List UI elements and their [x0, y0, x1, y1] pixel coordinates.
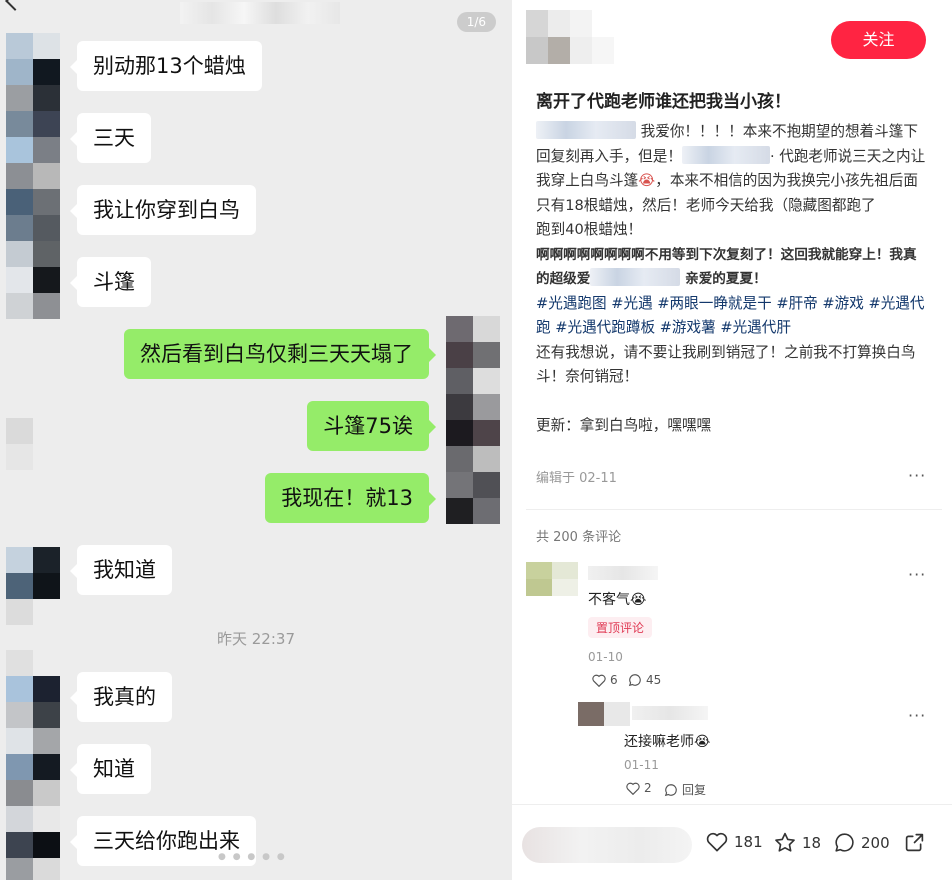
heart-icon	[592, 674, 606, 687]
chat-bubble-incoming: 我让你穿到白鸟	[70, 185, 256, 235]
heart-icon	[626, 782, 640, 795]
carousel-dots: ● ● ● ● ●	[218, 852, 287, 862]
chat-topbar: 1/6	[0, 0, 512, 32]
comment-date: 01-10	[588, 650, 623, 664]
comment-text: 还接嘛老师😭	[624, 734, 711, 750]
avatar	[6, 547, 60, 625]
post-text: 亲爱的夏夏！	[685, 271, 767, 287]
author-avatar-blurred[interactable]	[526, 10, 616, 64]
crying-face-icon: 😭	[694, 734, 711, 750]
hashtag-link[interactable]: #游戏	[822, 295, 863, 312]
chat-bubble-incoming: 我知道	[70, 545, 172, 595]
post-body: 我爱你！！！！本来不抱期望的想着斗篷下回复刻再入手，但是！ · 代跑老师说三天之内…	[536, 120, 928, 438]
chat-timestamp: 昨天 22:37	[217, 630, 295, 648]
more-options-icon[interactable]: ···	[908, 706, 926, 725]
crying-face-icon: 😭	[630, 592, 647, 608]
comment-date: 01-11	[624, 758, 659, 772]
comment-bubble-icon	[835, 833, 854, 852]
chat-bubble-outgoing: 斗篷75诶	[307, 401, 436, 451]
comment-bubble-icon	[664, 783, 677, 796]
hashtag-link[interactable]: #光遇代肝	[720, 319, 791, 336]
hashtag-link[interactable]: #光遇	[611, 295, 652, 312]
collect-button[interactable]: 18	[774, 832, 821, 853]
post-text: 跑到40根蜡烛！	[536, 221, 643, 238]
comment-input-blurred[interactable]	[522, 827, 692, 863]
post-text: 还有我想说，请不要让我刷到销冠了！之前我不打算换白鸟斗！奈何销冠！	[536, 343, 916, 386]
chat-screenshot: 1/6 别动那13个蜡烛 三天 我让你穿到白鸟 斗篷 然后看到白鸟仅剩三天天塌了…	[0, 0, 512, 880]
chat-bubble-incoming: 我真的	[70, 672, 172, 722]
comment-bubble-icon	[628, 674, 641, 687]
follow-button[interactable]: 关注	[831, 21, 926, 59]
comment-button[interactable]: 200	[834, 832, 890, 853]
chat-bubble-incoming: 斗篷	[70, 257, 151, 307]
avatar	[6, 33, 60, 319]
hashtag-link[interactable]: #肝帝	[776, 295, 817, 312]
pinned-comment-badge: 置顶评论	[588, 617, 653, 638]
hashtag-link[interactable]: #光遇跑图	[536, 295, 607, 312]
comment-reply-button[interactable]: 45	[628, 673, 661, 687]
post-panel: 关注 离开了代跑老师谁还把我当小孩！ 我爱你！！！！本来不抱期望的想着斗篷下回复…	[512, 0, 952, 880]
like-button[interactable]: 181	[706, 832, 763, 852]
comments-total: 共 200 条评论	[536, 530, 622, 545]
chat-bubble-incoming: 知道	[70, 744, 151, 794]
post-title: 离开了代跑老师谁还把我当小孩！	[536, 92, 791, 112]
hashtag-link[interactable]: #游戏薯	[660, 319, 716, 336]
commenter-avatar[interactable]	[526, 562, 578, 596]
avatar	[6, 418, 60, 470]
chat-bubble-outgoing: 然后看到白鸟仅剩三天天塌了	[124, 329, 436, 379]
chat-title-blurred	[180, 2, 340, 24]
mention-blurred[interactable]	[536, 121, 636, 139]
crying-face-icon: 😭	[638, 172, 656, 189]
mention-blurred[interactable]	[590, 268, 681, 286]
avatar	[6, 650, 60, 880]
divider	[526, 509, 942, 510]
comment-like-button[interactable]: 2	[626, 781, 652, 795]
chat-bubble-incoming: 三天	[70, 113, 151, 163]
commenter-name-blurred[interactable]	[632, 706, 708, 720]
comment-text: 不客气😭	[588, 592, 647, 608]
star-icon	[775, 832, 795, 852]
commenter-name-blurred[interactable]	[588, 566, 658, 580]
comment-like-button[interactable]: 6	[592, 673, 618, 687]
edited-date: 编辑于 02-11	[536, 471, 617, 486]
mention-blurred[interactable]	[681, 145, 770, 164]
avatar	[446, 316, 500, 524]
chat-bubble-incoming: 别动那13个蜡烛	[70, 41, 262, 91]
bottom-action-bar: 181 18 200	[512, 804, 952, 880]
back-arrow-icon[interactable]	[5, 0, 25, 11]
hashtag-link[interactable]: #两眼一睁就是干	[657, 295, 771, 312]
more-options-icon[interactable]: ···	[908, 466, 926, 485]
post-update-text: 更新：拿到白鸟啦，嘿嘿嘿	[536, 416, 712, 434]
share-button[interactable]	[904, 832, 925, 853]
heart-icon	[706, 832, 728, 852]
chat-bubble-outgoing: 我现在！就13	[265, 473, 436, 523]
hashtag-link[interactable]: #光遇代跑蹲板	[555, 319, 655, 336]
comment-reply-button[interactable]: 回复	[664, 781, 706, 798]
share-icon	[905, 833, 924, 852]
more-options-icon[interactable]: ···	[908, 565, 926, 584]
image-page-indicator: 1/6	[456, 12, 496, 32]
commenter-avatar[interactable]	[578, 702, 630, 726]
